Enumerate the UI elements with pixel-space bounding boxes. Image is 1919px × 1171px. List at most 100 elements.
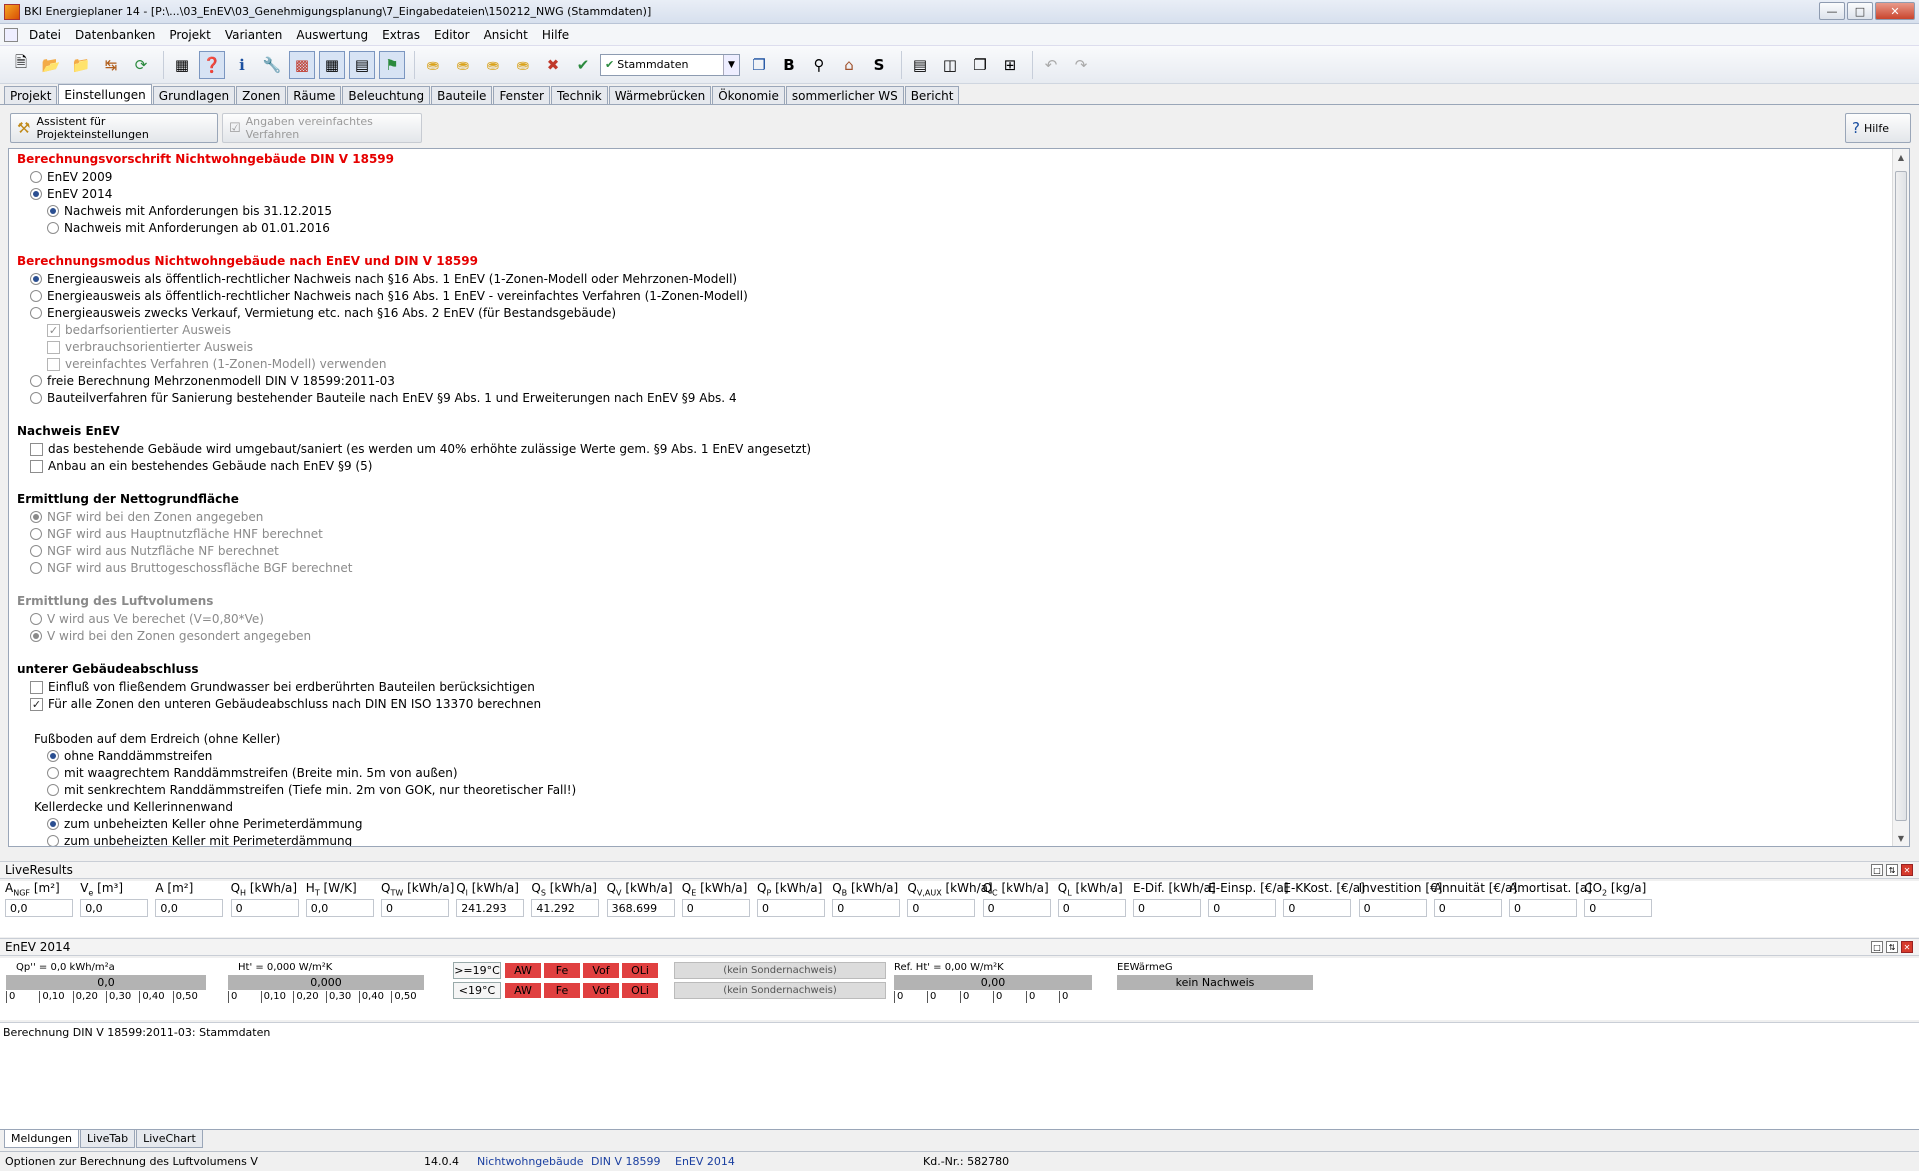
help-button[interactable]: ? Hilfe <box>1845 113 1911 143</box>
wrench-icon[interactable]: 🔧 <box>259 51 285 79</box>
folder-star-icon[interactable]: 📁 <box>68 51 94 79</box>
tab-livechart[interactable]: LiveChart <box>136 1130 203 1148</box>
element-aw-high[interactable]: AW <box>504 962 542 979</box>
pin-icon[interactable]: ⇅ <box>1886 941 1898 953</box>
magnifier-icon[interactable]: ⚲ <box>806 51 832 79</box>
tab-livetab[interactable]: LiveTab <box>79 1130 136 1148</box>
tab-bauteile[interactable]: Bauteile <box>431 86 493 104</box>
element-vof-high[interactable]: Vof <box>582 962 620 979</box>
pin-icon[interactable]: ⇅ <box>1886 864 1898 876</box>
calculator-icon[interactable]: ▦ <box>169 51 195 79</box>
vertical-scrollbar[interactable]: ▲ ▼ <box>1892 149 1909 846</box>
assistant-button[interactable]: ⚒ Assistent für Projekteinstellungen <box>10 113 218 143</box>
checkbox-verbrauchsorientiert[interactable]: verbrauchsorientierter Ausweis <box>47 339 253 355</box>
menu-hilfe[interactable]: Hilfe <box>535 28 576 42</box>
scroll-up-icon[interactable]: ▲ <box>1893 149 1909 165</box>
checkbox-umgebaut-saniert[interactable]: das bestehende Gebäude wird umgebaut/san… <box>30 441 811 457</box>
menu-editor[interactable]: Editor <box>427 28 477 42</box>
close-icon[interactable]: ✕ <box>1901 864 1913 876</box>
menu-extras[interactable]: Extras <box>375 28 427 42</box>
menu-datenbanken[interactable]: Datenbanken <box>68 28 162 42</box>
element-fe-high[interactable]: Fe <box>543 962 581 979</box>
database-icon[interactable]: ⛂ <box>420 51 446 79</box>
checkbox-grundwasser[interactable]: Einfluß von fließendem Grundwasser bei e… <box>30 679 535 695</box>
window-tile-icon[interactable]: ⊞ <box>997 51 1023 79</box>
menu-ansicht[interactable]: Ansicht <box>477 28 535 42</box>
close-icon[interactable]: ✕ <box>1875 2 1915 20</box>
menu-auswertung[interactable]: Auswertung <box>289 28 375 42</box>
radio-freie-berechnung[interactable]: freie Berechnung Mehrzonenmodell DIN V 1… <box>30 373 395 389</box>
maximize-icon[interactable]: □ <box>1847 2 1873 20</box>
radio-enev-2014[interactable]: EnEV 2014 <box>30 186 112 202</box>
radio-vereinfachtes-verfahren[interactable]: Energieausweis als öffentlich-rechtliche… <box>30 288 748 304</box>
open-folder-icon[interactable]: 📂 <box>38 51 64 79</box>
tab-oekonomie[interactable]: Ökonomie <box>712 86 785 104</box>
minimize-icon[interactable]: — <box>1819 2 1845 20</box>
export-icon[interactable]: ↹ <box>98 51 124 79</box>
radio-oeffentlich-rechtlich[interactable]: Energieausweis als öffentlich-rechtliche… <box>30 271 737 287</box>
window-vertical-icon[interactable]: ◫ <box>937 51 963 79</box>
list-table-icon[interactable]: ▤ <box>349 50 375 79</box>
checkbox-anbau[interactable]: Anbau an ein bestehendes Gebäude nach En… <box>30 458 372 474</box>
bold-b-icon[interactable]: B <box>776 51 802 79</box>
radio-ngf-hnf[interactable]: NGF wird aus Hauptnutzfläche HNF berechn… <box>30 526 323 542</box>
database-check-icon[interactable]: ✔ <box>570 51 596 79</box>
help-question-icon[interactable]: ❓ <box>199 50 225 79</box>
window-cascade-icon[interactable]: ❐ <box>967 51 993 79</box>
refresh-icon[interactable]: ⟳ <box>128 51 154 79</box>
element-fe-low[interactable]: Fe <box>543 982 581 999</box>
tab-fenster[interactable]: Fenster <box>493 86 550 104</box>
tab-sommerlicher-ws[interactable]: sommerlicher WS <box>785 86 904 104</box>
variant-select[interactable]: ✔ Stammdaten ▼ <box>600 53 740 76</box>
checkbox-iso-13370[interactable]: ✓ Für alle Zonen den unteren Gebäudeabsch… <box>30 696 541 712</box>
chevron-down-icon[interactable]: ▼ <box>723 54 739 75</box>
database-refresh-icon[interactable]: ⛂ <box>510 51 536 79</box>
new-file-icon[interactable]: 🗎 <box>8 51 34 79</box>
database-add-icon[interactable]: ⛂ <box>480 51 506 79</box>
close-icon[interactable]: ✕ <box>1901 941 1913 953</box>
radio-ohne-randdaemmstreifen[interactable]: ohne Randdämmstreifen <box>47 748 212 764</box>
simplified-method-button[interactable]: ☑ Angaben vereinfachtes Verfahren <box>222 113 422 143</box>
tab-grundlagen[interactable]: Grundlagen <box>152 86 236 104</box>
restore-icon[interactable]: □ <box>1871 864 1883 876</box>
radio-ngf-bgf[interactable]: NGF wird aus Bruttogeschossfläche BGF be… <box>30 560 352 576</box>
radio-ngf-zonen[interactable]: NGF wird bei den Zonen angegeben <box>30 509 263 525</box>
radio-verkauf-vermietung[interactable]: Energieausweis zwecks Verkauf, Vermietun… <box>30 305 616 321</box>
flag-icon[interactable]: ⚑ <box>379 50 405 79</box>
database-delete-icon[interactable]: ✖ <box>540 51 566 79</box>
radio-enev-2009[interactable]: EnEV 2009 <box>30 169 112 185</box>
tab-raeume[interactable]: Räume <box>287 86 342 104</box>
bar-chart-icon[interactable]: ▩ <box>289 50 315 79</box>
s-icon[interactable]: S <box>866 51 892 79</box>
element-vof-low[interactable]: Vof <box>582 982 620 999</box>
radio-ngf-nf[interactable]: NGF wird aus Nutzfläche NF berechnet <box>30 543 279 559</box>
element-oli-low[interactable]: OLi <box>621 982 659 999</box>
table-icon[interactable]: ▦ <box>319 50 345 79</box>
document-menu-icon[interactable] <box>4 27 18 42</box>
tab-einstellungen[interactable]: Einstellungen <box>58 84 152 104</box>
house-icon[interactable]: ⌂ <box>836 51 862 79</box>
element-oli-high[interactable]: OLi <box>621 962 659 979</box>
menu-varianten[interactable]: Varianten <box>218 28 290 42</box>
info-icon[interactable]: ℹ <box>229 51 255 79</box>
tab-beleuchtung[interactable]: Beleuchtung <box>342 86 431 104</box>
scroll-down-icon[interactable]: ▼ <box>1893 830 1909 846</box>
radio-bauteilverfahren[interactable]: Bauteilverfahren für Sanierung bestehend… <box>30 390 737 406</box>
radio-v-zonen[interactable]: V wird bei den Zonen gesondert angegeben <box>30 628 311 644</box>
radio-v-aus-ve[interactable]: V wird aus Ve berechet (V=0,80*Ve) <box>30 611 264 627</box>
radio-anforderungen-ab-2016[interactable]: Nachweis mit Anforderungen ab 01.01.2016 <box>47 220 330 236</box>
radio-senkrechter-randdaemmstreifen[interactable]: mit senkrechtem Randdämmstreifen (Tiefe … <box>47 782 576 798</box>
tab-zonen[interactable]: Zonen <box>236 86 287 104</box>
tab-meldungen[interactable]: Meldungen <box>4 1130 79 1148</box>
tab-waermebruecken[interactable]: Wärmebrücken <box>608 86 712 104</box>
redo-icon[interactable]: ↷ <box>1068 51 1094 79</box>
element-aw-low[interactable]: AW <box>504 982 542 999</box>
radio-anforderungen-bis-2015[interactable]: Nachweis mit Anforderungen bis 31.12.201… <box>47 203 332 219</box>
tab-projekt[interactable]: Projekt <box>4 86 58 104</box>
menu-datei[interactable]: Datei <box>22 28 68 42</box>
copy-icon[interactable]: ❐ <box>746 51 772 79</box>
radio-waagrechter-randdaemmstreifen[interactable]: mit waagrechtem Randdämmstreifen (Breite… <box>47 765 458 781</box>
tab-technik[interactable]: Technik <box>550 86 608 104</box>
scrollbar-thumb[interactable] <box>1895 171 1907 821</box>
window-horizontal-icon[interactable]: ▤ <box>907 51 933 79</box>
